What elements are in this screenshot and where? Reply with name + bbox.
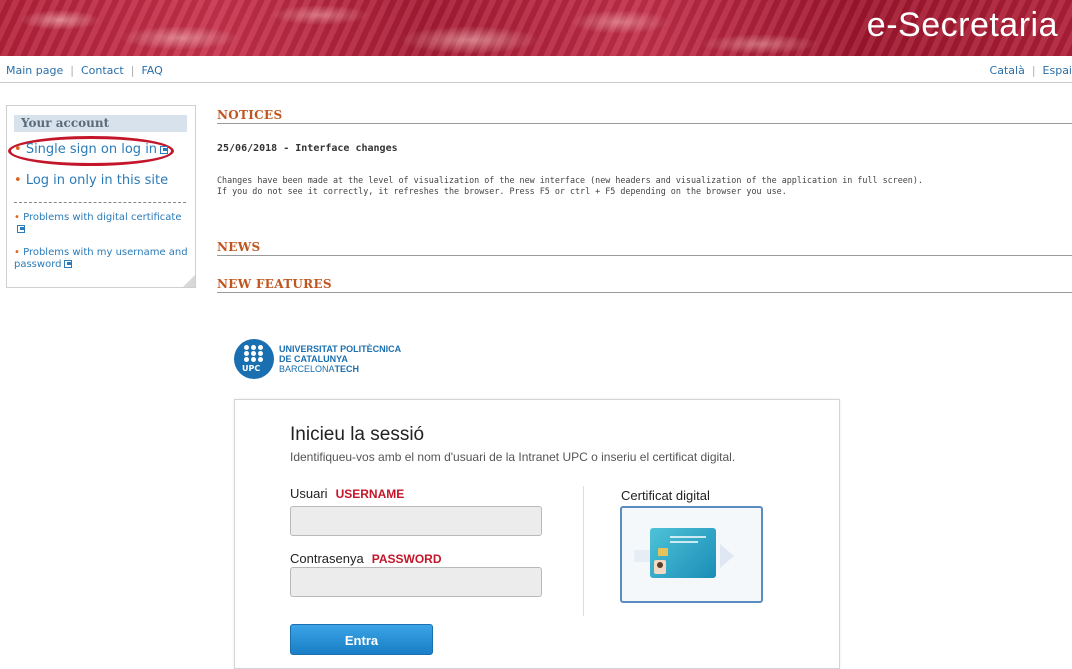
university-name-line: UNIVERSITAT POLITÈCNICA	[279, 344, 402, 354]
id-card-icon	[650, 528, 716, 578]
logo-dots	[244, 345, 264, 363]
digital-certificate-button[interactable]	[620, 506, 763, 603]
news-title: NEWS	[217, 240, 261, 254]
username-label-text: Usuari	[290, 486, 328, 501]
sidebar-item-local-login[interactable]: • Log in only in this site	[14, 173, 168, 188]
university-name-line: BARCELONATECH	[279, 364, 401, 374]
card-slot-icon	[634, 550, 650, 562]
sidebar-item-label: Single sign on log in	[25, 142, 158, 157]
external-window-icon	[160, 145, 169, 154]
login-divider	[583, 486, 584, 616]
resize-corner	[183, 275, 195, 287]
nav-separator: |	[130, 64, 135, 77]
password-field[interactable]	[290, 567, 542, 597]
language-switcher: Català | Espai	[990, 64, 1072, 77]
new-features-title: NEW FEATURES	[217, 277, 332, 291]
bullet-icon: •	[14, 142, 22, 157]
sidebar-divider	[14, 202, 186, 203]
sidebar-item-certificate-problems[interactable]: • Problems with digital certificate	[14, 212, 190, 236]
top-navigation: Main page | Contact | FAQ Català | Espai	[0, 58, 1072, 83]
bullet-icon: •	[14, 247, 20, 258]
sidebar-item-label: Problems with digital certificate	[23, 212, 182, 223]
sidebar-item-label: Problems with my username and password	[14, 247, 188, 270]
login-subtitle: Identifiqueu-vos amb el nom d'usuari de …	[290, 450, 736, 464]
nav-faq-link[interactable]: FAQ	[141, 64, 162, 77]
lang-catala-link[interactable]: Català	[990, 64, 1025, 77]
nav-separator: |	[1031, 64, 1036, 77]
photo-icon	[654, 560, 666, 574]
university-name-bold: TECH	[334, 364, 360, 374]
username-label: Usuari USERNAME	[290, 486, 404, 501]
external-window-icon	[17, 225, 25, 233]
password-annotation: PASSWORD	[371, 552, 442, 566]
account-sidebar: Your account • Single sign on log in • L…	[6, 105, 196, 288]
notice-body: Changes have been made at the level of v…	[217, 175, 1072, 197]
sidebar-heading: Your account	[14, 115, 187, 132]
logo-text: UPC	[242, 364, 261, 373]
certificate-label: Certificat digital	[621, 488, 710, 503]
notice-line: If you do not see it correctly, it refre…	[217, 186, 787, 196]
nav-main-page-link[interactable]: Main page	[6, 64, 63, 77]
username-annotation: USERNAME	[335, 487, 405, 501]
site-title: e-Secretaria	[866, 6, 1058, 44]
bullet-icon: •	[14, 212, 20, 223]
username-field[interactable]	[290, 506, 542, 536]
upc-logo-icon: UPC	[234, 339, 274, 379]
sidebar-item-label: Log in only in this site	[25, 173, 169, 188]
university-name-light: BARCELONA	[279, 364, 335, 374]
lang-espanol-link[interactable]: Espai	[1043, 64, 1072, 77]
top-nav-left: Main page | Contact | FAQ	[6, 64, 163, 77]
section-divider	[217, 255, 1072, 256]
sidebar-item-credential-problems[interactable]: • Problems with my username and password	[14, 247, 190, 271]
arrow-right-icon	[720, 544, 734, 568]
chip-icon	[658, 548, 668, 556]
nav-contact-link[interactable]: Contact	[81, 64, 124, 77]
login-title: Inicieu la sessió	[290, 424, 425, 445]
notice-line: Changes have been made at the level of v…	[217, 175, 923, 185]
section-divider	[217, 123, 1072, 124]
header-banner: e-Secretaria	[0, 0, 1072, 56]
login-submit-button[interactable]: Entra	[290, 624, 433, 655]
notices-title: NOTICES	[217, 108, 283, 122]
notice-heading: 25/06/2018 - Interface changes	[217, 143, 398, 154]
university-name-line: DE CATALUNYA	[279, 354, 348, 364]
password-label: Contrasenya PASSWORD	[290, 551, 442, 566]
section-divider	[217, 292, 1072, 293]
sidebar-item-single-sign-on[interactable]: • Single sign on log in	[14, 142, 169, 157]
password-label-text: Contrasenya	[290, 551, 364, 566]
bullet-icon: •	[14, 173, 22, 188]
external-window-icon	[64, 260, 73, 268]
nav-separator: |	[70, 64, 74, 77]
university-name: UNIVERSITAT POLITÈCNICA DE CATALUNYA BAR…	[279, 344, 401, 374]
login-panel: Inicieu la sessió Identifiqueu-vos amb e…	[234, 399, 840, 669]
